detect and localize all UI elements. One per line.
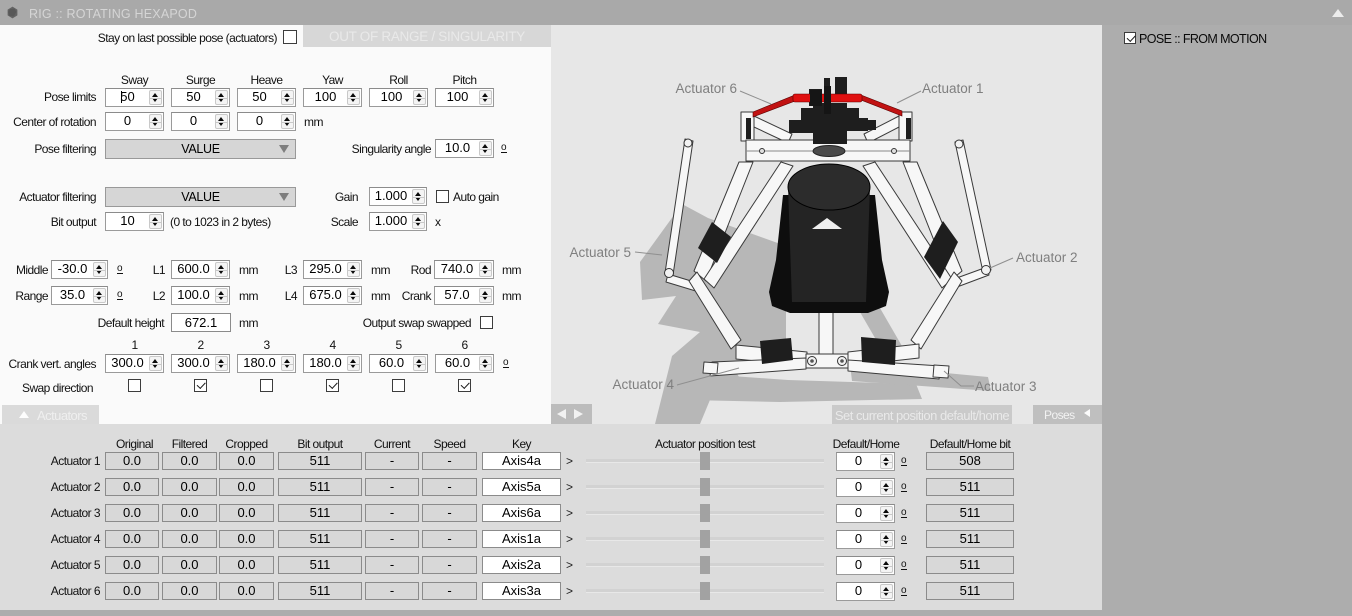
svg-text:Actuator 4: Actuator 4 xyxy=(612,377,674,392)
svg-text:Actuator 2: Actuator 2 xyxy=(1016,250,1078,265)
svg-text:Actuator 5: Actuator 5 xyxy=(569,245,631,260)
svg-text:Actuator 3: Actuator 3 xyxy=(975,379,1037,394)
svg-text:Actuator 6: Actuator 6 xyxy=(675,81,737,96)
svg-text:Actuator 1: Actuator 1 xyxy=(922,81,984,96)
